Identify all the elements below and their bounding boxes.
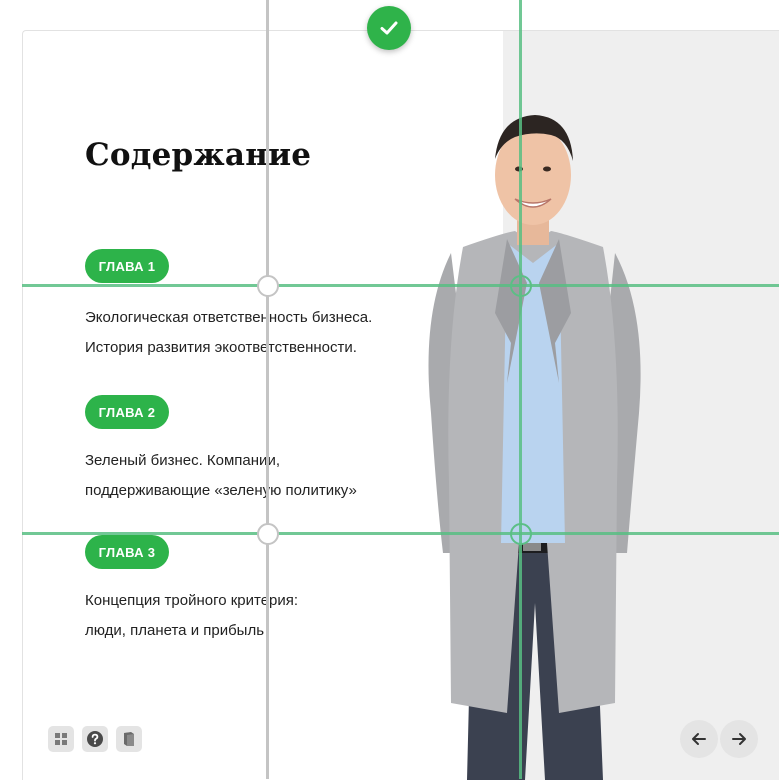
grid-handle-top-left[interactable] [257,275,279,297]
grid-handle-bottom-left[interactable] [257,523,279,545]
grid-guide-horizontal-bottom[interactable] [22,532,779,535]
checkmark-icon [380,21,398,35]
grid-button[interactable] [48,726,74,752]
slide-canvas: Содержание ГЛАВА 1 Экологическая ответст… [22,30,779,780]
chapter-2-badge[interactable]: ГЛАВА 2 [85,395,169,429]
chapter-1-badge[interactable]: ГЛАВА 1 [85,249,169,283]
arrow-left-icon [692,733,706,745]
book-icon [124,732,134,746]
person-photo[interactable] [403,83,663,780]
chapter-2-text[interactable]: Зеленый бизнес. Компании, поддерживающие… [85,446,357,506]
chapter-1-line-1: Экологическая ответственность бизнеса. [85,309,373,326]
grid-guide-vertical-right[interactable] [519,0,522,779]
chapter-2-line-2: поддерживающие «зеленую политику» [85,482,357,499]
grid-handle-bottom-right[interactable] [510,523,532,545]
next-slide-button[interactable] [720,720,758,758]
arrow-right-icon [732,733,746,745]
grid-guide-horizontal-top[interactable] [22,284,779,287]
grid-icon [55,733,67,745]
chapter-1-line-2: История развития экоответственности. [85,339,357,356]
chapter-1-text[interactable]: Экологическая ответственность бизнеса. И… [85,303,372,363]
confirm-button[interactable] [367,6,411,50]
question-icon [87,731,103,747]
help-button[interactable] [82,726,108,752]
previous-slide-button[interactable] [680,720,718,758]
slide-title[interactable]: Содержание [85,137,311,173]
grid-handle-top-right[interactable] [510,275,532,297]
chapter-2-line-1: Зеленый бизнес. Компании, [85,452,280,469]
grid-guide-vertical-left[interactable] [266,0,269,779]
book-button[interactable] [116,726,142,752]
chapter-3-badge[interactable]: ГЛАВА 3 [85,535,169,569]
